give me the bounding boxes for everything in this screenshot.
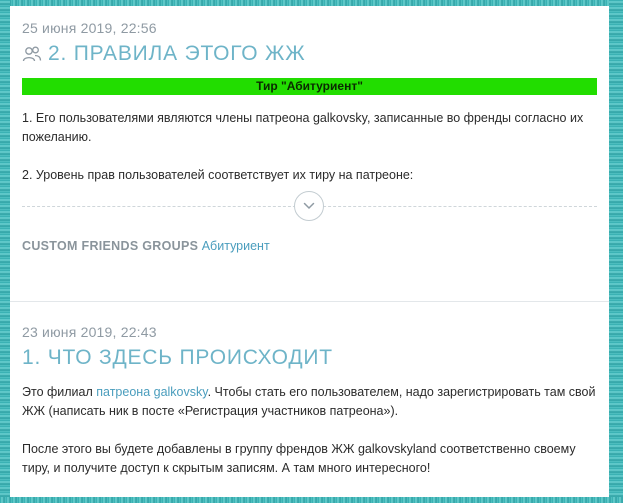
- frame-right: [609, 0, 623, 503]
- post-paragraph: 1. Его пользователями являются члены пат…: [22, 111, 584, 144]
- post-rules: 25 июня 2019, 22:56 2. ПРАВИЛА ЭТОГО ЖЖ …: [22, 20, 597, 253]
- post-separator: [10, 301, 609, 302]
- post-paragraph: Это филиал патреона galkovsky. Чтобы ста…: [22, 383, 597, 421]
- post-about: 23 июня 2019, 22:43 1. ЧТО ЗДЕСЬ ПРОИСХО…: [22, 324, 597, 478]
- read-more-divider: [22, 189, 597, 223]
- post-title-link[interactable]: 2. ПРАВИЛА ЭТОГО ЖЖ: [22, 42, 597, 66]
- post-title-link[interactable]: 1. ЧТО ЗДЕСЬ ПРОИСХОДИТ: [22, 346, 597, 370]
- chevron-down-icon: [303, 197, 315, 215]
- post-title-text: 1. ЧТО ЗДЕСЬ ПРОИСХОДИТ: [22, 346, 333, 369]
- tier-banner: Тир "Абитуриент": [22, 78, 597, 95]
- patreon-link[interactable]: патреона galkovsky: [96, 385, 207, 399]
- custom-groups-link[interactable]: Абитуриент: [202, 239, 270, 253]
- custom-groups-label: CUSTOM FRIENDS GROUPS: [22, 239, 199, 253]
- frame-left: [0, 0, 10, 503]
- expand-post-button[interactable]: [293, 191, 324, 221]
- post-title-text: 2. ПРАВИЛА ЭТОГО ЖЖ: [48, 42, 306, 65]
- content-area: 25 июня 2019, 22:56 2. ПРАВИЛА ЭТОГО ЖЖ …: [10, 6, 609, 503]
- post-paragraph: 2. Уровень прав пользователей соответств…: [22, 168, 414, 182]
- group-icon: [22, 45, 42, 63]
- post-paragraph: После этого вы будете добавлены в группу…: [22, 442, 576, 475]
- post-date: 25 июня 2019, 22:56: [22, 20, 157, 36]
- frame-bottom: [0, 497, 623, 503]
- custom-friends-groups: CUSTOM FRIENDS GROUPS Абитуриент: [22, 239, 597, 253]
- paragraph-text: Это филиал: [22, 385, 97, 399]
- post-date: 23 июня 2019, 22:43: [22, 324, 157, 340]
